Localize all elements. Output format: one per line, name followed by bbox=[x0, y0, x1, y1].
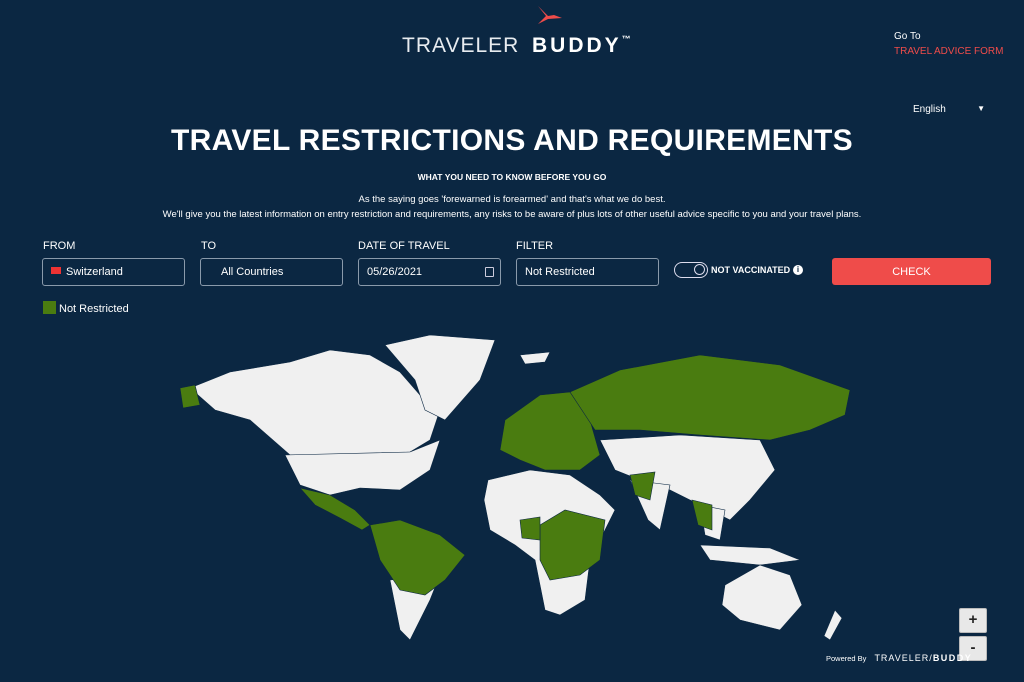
chevron-down-icon: ▼ bbox=[977, 104, 985, 113]
vaccination-toggle[interactable] bbox=[674, 262, 708, 278]
zoom-in-button[interactable]: + bbox=[959, 608, 987, 633]
brand-logo[interactable]: TRAVELER BUDDY™ bbox=[402, 4, 642, 57]
vaccination-label: NOT VACCINATED bbox=[711, 265, 791, 275]
legend-item: Not Restricted bbox=[43, 301, 129, 315]
filter-label: FILTER bbox=[516, 240, 554, 252]
to-label: TO bbox=[201, 240, 217, 252]
calendar-icon[interactable] bbox=[485, 267, 494, 277]
bird-logo-icon bbox=[538, 6, 562, 24]
brand-name-light: TRAVELER bbox=[402, 34, 520, 57]
date-label: DATE OF TRAVEL bbox=[358, 240, 450, 252]
language-select[interactable]: English ▼ bbox=[913, 104, 985, 115]
brand-name-bold: BUDDY™ bbox=[532, 34, 631, 57]
goto-block: Go To TRAVEL ADVICE FORM bbox=[894, 31, 1003, 57]
check-button[interactable]: CHECK bbox=[832, 258, 991, 285]
africa-east bbox=[539, 509, 606, 581]
swiss-flag-icon bbox=[51, 267, 61, 274]
legend-swatch bbox=[43, 301, 56, 314]
new-zealand bbox=[823, 609, 843, 641]
filter-select[interactable]: Not Restricted bbox=[516, 258, 659, 286]
info-icon[interactable]: i bbox=[793, 265, 803, 275]
travel-advice-form-link[interactable]: TRAVEL ADVICE FORM bbox=[894, 46, 1003, 57]
from-label: FROM bbox=[43, 240, 76, 252]
iceland bbox=[519, 351, 551, 365]
indonesia bbox=[699, 544, 801, 566]
nigeria bbox=[519, 516, 541, 541]
to-field[interactable]: All Countries bbox=[200, 258, 343, 286]
asia bbox=[599, 434, 776, 521]
south-america bbox=[369, 519, 466, 596]
page-title: TRAVEL RESTRICTIONS AND REQUIREMENTS bbox=[171, 124, 853, 157]
page-description: As the saying goes 'forewarned is forear… bbox=[162, 194, 862, 220]
world-map[interactable] bbox=[0, 0, 1024, 682]
powered-by: Powered By TRAVELER/BUDDY bbox=[826, 653, 973, 663]
mexico-central-america bbox=[299, 487, 371, 531]
russia bbox=[569, 354, 851, 441]
page-subtitle: WHAT YOU NEED TO KNOW BEFORE YOU GO bbox=[417, 172, 607, 182]
goto-label: Go To bbox=[894, 31, 921, 42]
myanmar-thailand bbox=[691, 499, 713, 531]
date-field[interactable]: 05/26/2021 bbox=[358, 258, 501, 286]
australia bbox=[721, 564, 803, 631]
from-field[interactable]: Switzerland bbox=[42, 258, 185, 286]
